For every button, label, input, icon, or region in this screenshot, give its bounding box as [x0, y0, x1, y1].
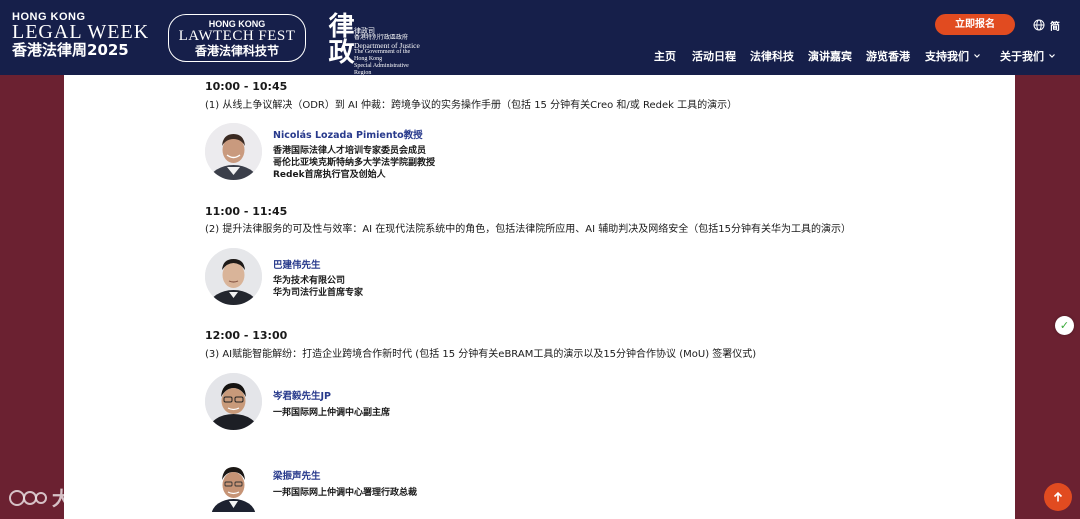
speaker-avatar[interactable]	[205, 373, 262, 430]
register-now-button[interactable]: 立即报名	[935, 14, 1015, 35]
site-header: HONG KONG LEGAL WEEK 香港法律周2025 HONG KONG…	[0, 0, 1080, 76]
logo-hklw-line2: LEGAL WEEK	[12, 21, 150, 43]
session-title: (2) 提升法律服务的可及性与效率：AI 在现代法院系统中的角色，包括法律院所应…	[205, 224, 852, 235]
speaker-name[interactable]: 岑君毅先生JP	[273, 388, 331, 402]
language-label: 简	[1050, 21, 1060, 33]
doj-cn-name: 律政司	[354, 27, 375, 35]
session-title: (3) AI赋能智能解纷：打造企业跨境合作新时代 (包括 15 分钟有关eBRA…	[205, 349, 757, 360]
watermark: 大数跨境	[8, 484, 132, 511]
globe-icon	[1033, 19, 1045, 31]
hk-legal-week-logo[interactable]: HONG KONG LEGAL WEEK 香港法律周2025	[12, 12, 152, 59]
doj-text: 律政司 香港特別行政區政府 Department of Justice The …	[354, 28, 424, 77]
session-time: 10:00 - 10:45	[205, 80, 288, 93]
logo-fest-line2: LAWTECH FEST	[178, 28, 296, 44]
doj-seal: 律政	[324, 12, 354, 64]
watermark-logo-icon	[9, 489, 47, 506]
nav-item-about[interactable]: 关于我们	[1000, 48, 1056, 64]
arrow-up-icon	[1053, 491, 1063, 502]
nav-label: 演讲嘉宾	[808, 50, 852, 63]
floating-assistant-icon[interactable]: ✓	[1055, 316, 1074, 335]
nav-item-speakers[interactable]: 演讲嘉宾	[808, 48, 852, 64]
nav-item-visit-hk[interactable]: 游览香港	[866, 48, 910, 64]
speaker-avatar[interactable]	[205, 455, 262, 512]
scroll-to-top-button[interactable]	[1044, 483, 1072, 511]
session-time: 12:00 - 13:00	[205, 329, 288, 342]
department-of-justice-logo[interactable]: 律政 律政司 香港特別行政區政府 Department of Justice T…	[320, 12, 420, 76]
speaker-name[interactable]: 梁振声先生	[273, 468, 321, 482]
speaker-name[interactable]: 巴建伟先生	[273, 257, 321, 271]
logo-hklw-line3: 香港法律周2025	[12, 41, 129, 59]
session-title: (1) 从线上争议解决（ODR）到 AI 仲裁：跨境争议的实务操作手册（包括 1…	[205, 100, 738, 111]
nav-label: 关于我们	[1000, 50, 1044, 63]
nav-label: 支持我们	[925, 50, 969, 63]
watermark-text: 大数跨境	[52, 488, 133, 510]
schedule-content: 10:00 - 10:45 (1) 从线上争议解决（ODR）到 AI 仲裁：跨境…	[64, 75, 1015, 519]
logo-fest-line3: 香港法律科技节	[194, 44, 279, 58]
chevron-down-icon	[1049, 54, 1055, 58]
doj-en-sub1: The Government of the Hong Kong	[354, 49, 411, 62]
nav-item-home[interactable]: 主页	[654, 48, 676, 64]
speaker-affiliation: 华为司法行业首席专家	[273, 288, 364, 298]
speaker-name[interactable]: Nicolás Lozada Pimiento教授	[273, 127, 423, 141]
session-time: 11:00 - 11:45	[205, 205, 288, 218]
speaker-avatar[interactable]	[205, 248, 262, 305]
doj-en-name: Department of Justice	[354, 41, 420, 50]
lawtech-fest-logo[interactable]: HONG KONG LAWTECH FEST 香港法律科技节	[168, 14, 306, 62]
nav-label: 主页	[654, 50, 676, 63]
nav-label: 活动日程	[692, 50, 736, 63]
nav-label: 法律科技	[750, 50, 794, 63]
chevron-down-icon	[974, 54, 980, 58]
nav-item-support[interactable]: 支持我们	[925, 48, 981, 64]
nav-item-schedule[interactable]: 活动日程	[692, 48, 736, 64]
speaker-affiliation: 一邦国际网上仲调中心署理行政总裁	[273, 488, 418, 498]
speaker-affiliation: Redek首席执行官及创始人	[273, 170, 386, 180]
speaker-affiliation: 一邦国际网上仲调中心副主席	[273, 408, 391, 418]
nav-label: 游览香港	[866, 50, 910, 63]
speaker-avatar[interactable]	[205, 123, 262, 180]
language-switcher[interactable]: 简	[1033, 17, 1060, 33]
nav-item-lawtech[interactable]: 法律科技	[750, 48, 794, 64]
